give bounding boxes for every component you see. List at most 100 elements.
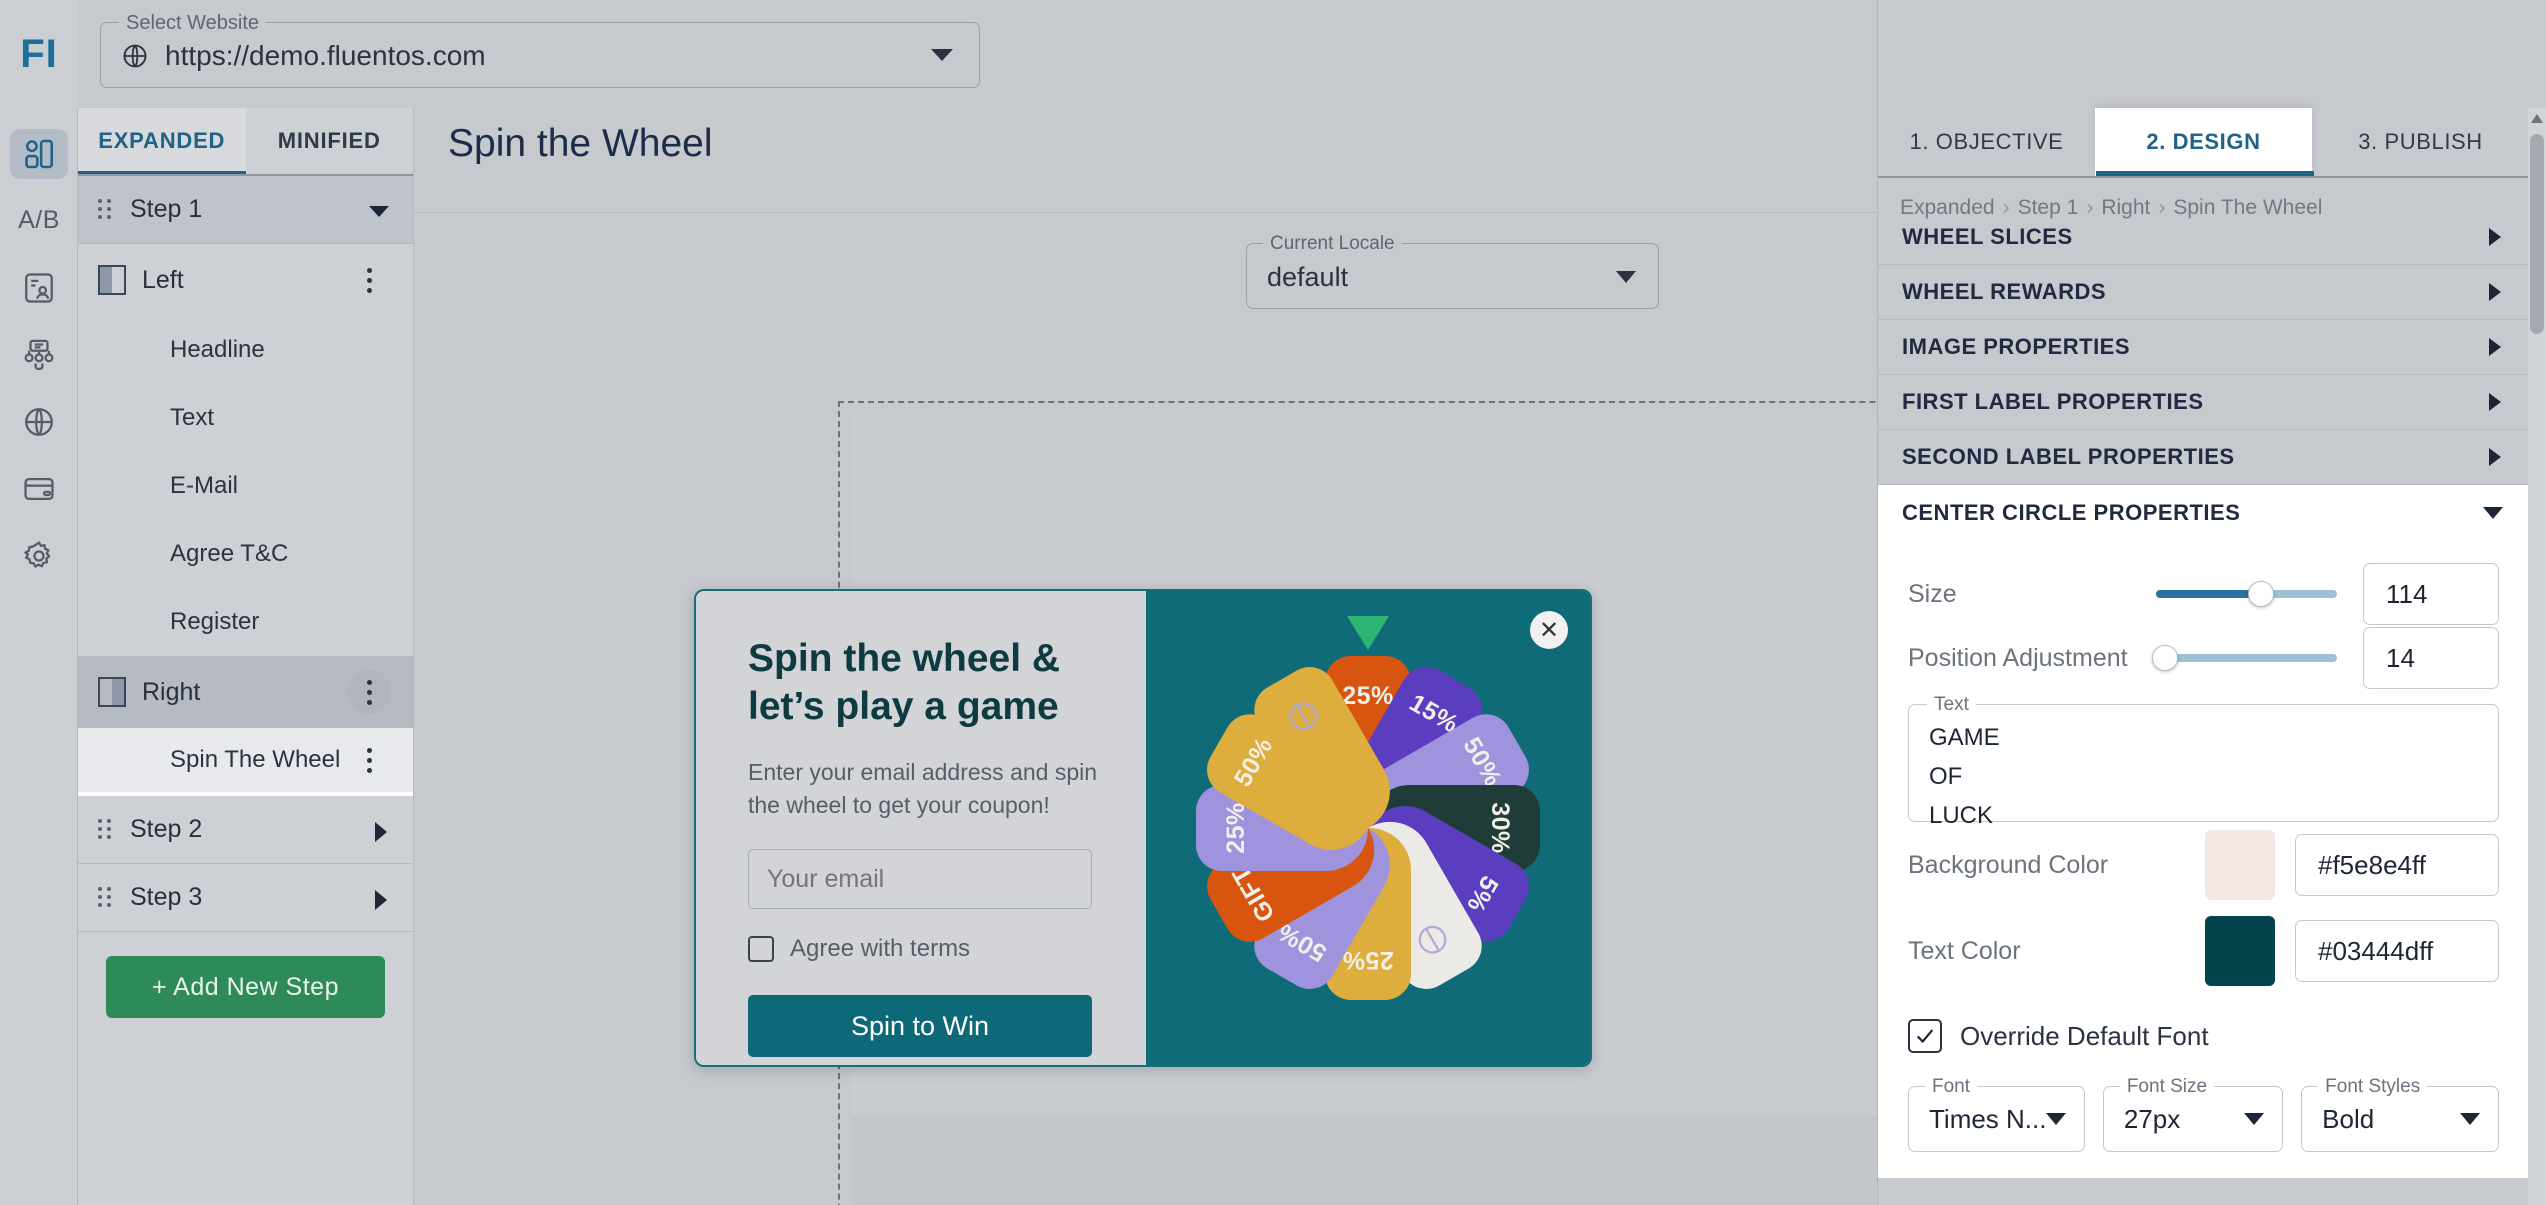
sidebar-item-dashboard[interactable] — [0, 120, 78, 187]
layer-step-1-label: Step 1 — [130, 195, 203, 223]
sidebar-item-contacts[interactable] — [0, 254, 78, 321]
layer-section-right[interactable]: Right — [78, 656, 413, 728]
sidebar-item-billing[interactable] — [0, 455, 78, 522]
locale-select-legend: Current Locale — [1263, 233, 1402, 255]
background-color-hex-input[interactable]: #f5e8e4ff — [2295, 834, 2499, 896]
layer-item-email[interactable]: E-Mail — [78, 452, 413, 520]
sidebar-item-settings[interactable] — [0, 522, 78, 589]
app-logo[interactable]: FI — [0, 0, 78, 108]
accordion-second-label-properties[interactable]: SECOND LABEL PROPERTIES — [1878, 430, 2529, 485]
layer-section-right-menu[interactable] — [347, 670, 391, 714]
position-value-input[interactable]: 14 — [2363, 627, 2499, 689]
popup-right-column: ✕ 25%15%50%30%5%25%50%GIFT25%50%GAMEOFLU… — [1146, 591, 1590, 1065]
drag-handle-icon[interactable] — [98, 198, 116, 221]
tab-objective[interactable]: 1. OBJECTIVE — [1878, 108, 2095, 176]
chevron-right-icon — [2489, 393, 2501, 411]
layers-tab-bar: EXPANDED MINIFIED — [78, 108, 413, 174]
spin-to-win-button[interactable]: Spin to Win — [748, 995, 1092, 1058]
text-color-hex-input[interactable]: #03444dff — [2295, 920, 2499, 982]
size-control-row: Size 114 — [1908, 562, 2499, 626]
breadcrumb-item-3[interactable]: Spin The Wheel — [2173, 196, 2322, 219]
tab-publish[interactable]: 3. PUBLISH — [2312, 108, 2529, 176]
font-family-select[interactable]: Font Times N... — [1908, 1076, 2085, 1152]
tab-minified[interactable]: MINIFIED — [246, 108, 414, 174]
popup-subtext: Enter your email address and spin the wh… — [748, 759, 1098, 818]
layer-section-left-menu[interactable] — [347, 258, 391, 302]
font-size-legend: Font Size — [2119, 1076, 2215, 1098]
layer-item-register[interactable]: Register — [78, 588, 413, 656]
locale-select[interactable]: Current Locale default — [1246, 233, 1659, 309]
size-slider[interactable] — [2156, 581, 2337, 607]
layer-step-3[interactable]: Step 3 — [78, 864, 413, 932]
layer-item-spin-the-wheel[interactable]: Spin The Wheel — [78, 728, 413, 796]
breadcrumb-item-0[interactable]: Expanded — [1900, 196, 1995, 219]
override-default-font-checkbox[interactable] — [1908, 1019, 1942, 1053]
agree-terms-checkbox[interactable] — [748, 936, 774, 963]
add-new-step-button[interactable]: + Add New Step — [106, 956, 385, 1018]
chevron-down-icon — [2045, 1113, 2066, 1125]
add-step-wrap: + Add New Step — [78, 932, 413, 1042]
tab-expanded[interactable]: EXPANDED — [78, 108, 246, 174]
properties-scroll-area[interactable]: WHEEL SLICES WHEEL REWARDS IMAGE PROPERT… — [1878, 228, 2529, 1191]
accordion-image-properties-label: IMAGE PROPERTIES — [1902, 334, 2131, 359]
layer-item-register-label: Register — [170, 608, 260, 635]
breadcrumb-separator: › — [2002, 196, 2010, 219]
popup-headline: Spin the wheel & let’s play a game — [748, 635, 1098, 730]
chevron-down-icon[interactable] — [1616, 271, 1636, 283]
layer-item-headline-label: Headline — [170, 336, 265, 363]
wizard-tab-bar: 1. OBJECTIVE 2. DESIGN 3. PUBLISH — [1878, 108, 2529, 176]
site-select[interactable]: Select Website https://demo.fluentos.com — [100, 12, 980, 88]
chevron-right-icon[interactable] — [375, 890, 387, 910]
position-slider-knob[interactable] — [2152, 645, 2179, 671]
layer-section-left[interactable]: Left — [78, 244, 413, 316]
breadcrumb-item-2[interactable]: Right — [2101, 196, 2150, 219]
sidebar-item-segments[interactable] — [0, 321, 78, 388]
font-size-select[interactable]: Font Size 27px — [2102, 1076, 2284, 1152]
override-default-font-label: Override Default Font — [1960, 1020, 2209, 1051]
sidebar-item-globe[interactable] — [0, 388, 78, 455]
chevron-down-icon — [2483, 506, 2503, 519]
accordion-first-label-properties[interactable]: FIRST LABEL PROPERTIES — [1878, 375, 2529, 430]
font-styles-select[interactable]: Font Styles Bold — [2301, 1076, 2499, 1152]
size-value-input[interactable]: 114 — [2363, 563, 2499, 625]
layer-item-agree-tc[interactable]: Agree T&C — [78, 520, 413, 588]
chevron-down-icon[interactable] — [931, 49, 953, 61]
layer-step-3-label: Step 3 — [130, 883, 203, 911]
sidebar-item-ab-test[interactable]: A/B — [0, 187, 78, 254]
layer-item-text[interactable]: Text — [78, 384, 413, 452]
accordion-center-circle-properties[interactable]: CENTER CIRCLE PROPERTIES — [1878, 485, 2529, 540]
scroll-up-arrow-icon[interactable] — [2531, 114, 2543, 123]
tab-design[interactable]: 2. DESIGN — [2095, 108, 2312, 176]
drag-handle-icon[interactable] — [98, 886, 116, 909]
chevron-right-icon[interactable] — [375, 822, 387, 842]
override-default-font-row[interactable]: Override Default Font — [1908, 1008, 2499, 1064]
position-slider[interactable] — [2152, 645, 2337, 671]
text-color-swatch[interactable] — [2205, 916, 2275, 986]
accordion-wheel-rewards[interactable]: WHEEL REWARDS — [1878, 265, 2529, 320]
layer-item-headline[interactable]: Headline — [78, 316, 413, 384]
chevron-right-icon — [2489, 228, 2501, 246]
tab-objective-label: 1. OBJECTIVE — [1909, 129, 2064, 154]
window-scrollbar[interactable] — [2528, 108, 2546, 1205]
layer-step-2[interactable]: Step 2 — [78, 796, 413, 864]
accordion-image-properties[interactable]: IMAGE PROPERTIES — [1878, 320, 2529, 375]
email-input[interactable] — [748, 849, 1092, 910]
layer-item-spin-the-wheel-menu[interactable] — [347, 738, 391, 782]
popup-preview[interactable]: Spin the wheel & let’s play a game Enter… — [694, 589, 1592, 1067]
ab-test-icon: A/B — [18, 206, 60, 234]
breadcrumb-item-1[interactable]: Step 1 — [2018, 196, 2079, 219]
background-color-swatch[interactable] — [2205, 830, 2275, 900]
layer-step-1[interactable]: Step 1 — [78, 176, 413, 244]
chevron-right-icon — [2489, 338, 2501, 356]
text-color-label: Text Color — [1908, 936, 2021, 965]
agree-terms-row[interactable]: Agree with terms — [748, 935, 1098, 963]
accordion-wheel-slices[interactable]: WHEEL SLICES — [1878, 228, 2529, 265]
layer-item-agree-tc-label: Agree T&C — [170, 540, 289, 567]
center-text-field[interactable]: Text GAME OF LUCK — [1908, 694, 2499, 829]
size-label: Size — [1908, 579, 1957, 608]
drag-handle-icon[interactable] — [98, 818, 116, 841]
chevron-down-icon[interactable] — [369, 206, 389, 217]
size-slider-knob[interactable] — [2247, 581, 2274, 607]
prize-wheel[interactable]: 25%15%50%30%5%25%50%GIFT25%50%GAMEOFLUCK — [1168, 616, 1568, 1028]
window-scrollbar-thumb[interactable] — [2530, 134, 2544, 334]
